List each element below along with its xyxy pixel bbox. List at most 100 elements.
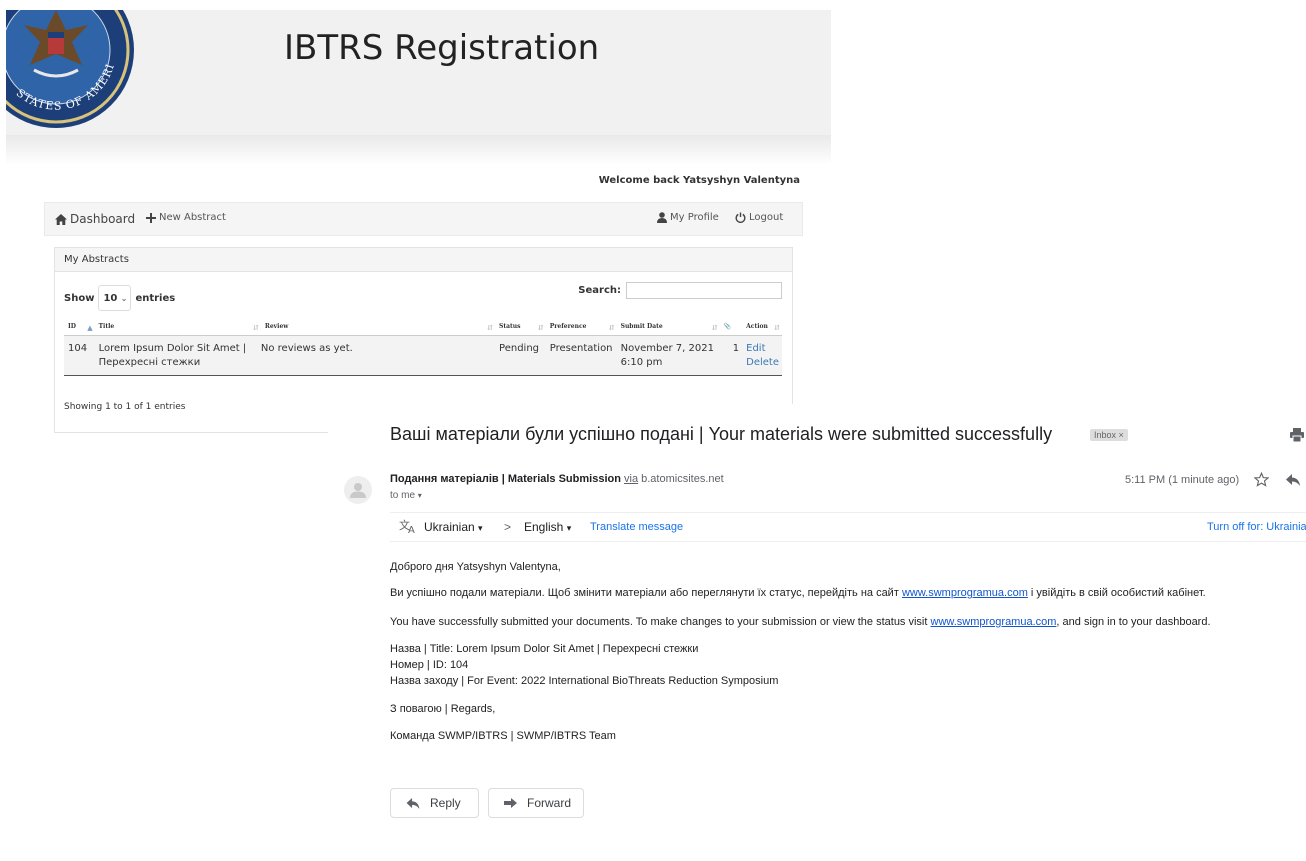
search-label: Search: (578, 285, 621, 296)
translate-icon: 文 A (399, 519, 415, 534)
panel-heading: My Abstracts (55, 248, 792, 272)
nav-logout-link[interactable]: Logout (735, 212, 783, 223)
show-label: Show (64, 292, 95, 304)
id-line: Номер | ID: 104 (390, 659, 469, 671)
inbox-label-badge[interactable]: Inbox × (1090, 429, 1128, 441)
table-row: 104 Lorem Ipsum Dolor Sit Amet | Перехре… (64, 335, 782, 376)
target-language-select[interactable]: English ▾ (524, 520, 571, 534)
team-signature: Команда SWMP/IBTRS | SWMP/IBTRS Team (390, 730, 616, 742)
recipient-dropdown[interactable]: to me ▾ (390, 490, 422, 501)
title-line: Назва | Title: Lorem Ipsum Dolor Sit Ame… (390, 643, 699, 655)
user-icon (657, 212, 667, 223)
nav-new-abstract-link[interactable]: New Abstract (146, 212, 226, 223)
agency-seal-logo: STATES OF AMERICA (6, 10, 134, 128)
star-icon[interactable] (1254, 472, 1269, 487)
nav-new-abstract-label: New Abstract (159, 212, 226, 223)
ukrainian-paragraph: Ви успішно подали матеріали. Щоб змінити… (390, 587, 1206, 599)
sort-icon: ⇵ (608, 323, 615, 332)
column-header-submit-date[interactable]: Submit Date ⇵ (616, 320, 720, 336)
sort-asc-icon: ▲ (87, 323, 93, 332)
sender-avatar (344, 476, 372, 504)
cell-id: 104 (64, 335, 95, 376)
english-paragraph: You have successfully submitted your doc… (390, 616, 1211, 628)
ibtrs-portal: STATES OF AMERICA IBTRS Registration Wel… (0, 0, 831, 440)
paperclip-icon: 📎 (723, 323, 732, 330)
column-header-review[interactable]: Review ⇵ (260, 320, 496, 336)
entries-label: entries (135, 292, 176, 304)
search-input[interactable] (626, 282, 782, 299)
sort-icon: ⇵ (537, 323, 544, 332)
abstracts-table: ID ▲ Title ⇵ Review ⇵ Status ⇵ Preference ⇵ S… (64, 320, 782, 376)
event-line: Назва заходу | For Event: 2022 Internati… (390, 675, 779, 687)
cell-preference: Presentation (545, 335, 617, 376)
sender-line: Подання матеріалів | Materials Submissio… (390, 473, 724, 485)
cell-review: No reviews as yet. (260, 335, 496, 376)
portal-title: IBTRS Registration (284, 28, 600, 68)
cell-actions: Edit Delete (742, 335, 782, 376)
table-info: Showing 1 to 1 of 1 entries (64, 402, 186, 412)
turn-off-translation-link[interactable]: Turn off for: Ukrainia (1207, 521, 1306, 533)
sort-icon: ⇵ (253, 323, 259, 332)
cell-status: Pending (495, 335, 546, 376)
via-label[interactable]: via (624, 473, 638, 485)
regards-line: З повагою | Regards, (390, 703, 496, 715)
reply-label: Reply (430, 796, 461, 810)
recipient-label: to me (390, 490, 416, 501)
forward-label: Forward (527, 796, 572, 810)
portal-navbar: Dashboard New Abstract My Profile Logout (44, 202, 803, 236)
column-header-title[interactable]: Title ⇵ (94, 320, 261, 336)
table-search: Search: (578, 282, 782, 299)
sort-icon: ⇵ (487, 323, 494, 332)
column-header-action[interactable]: Action ⇵ (742, 320, 782, 336)
home-icon (55, 213, 67, 225)
reply-icon[interactable] (1286, 474, 1300, 486)
table-header-row: ID ▲ Title ⇵ Review ⇵ Status ⇵ Preference ⇵ S… (64, 320, 782, 336)
caret-down-icon: ▾ (566, 523, 572, 533)
nav-dashboard-link[interactable]: Dashboard (55, 212, 135, 226)
caret-down-icon: ▾ (478, 523, 483, 533)
greeting-line: Доброго дня Yatsyshyn Valentyna, (390, 561, 561, 573)
cell-attachments: 1 (719, 335, 743, 376)
email-timestamp: 5:11 PM (1 minute ago) (1125, 474, 1240, 486)
portal-header: STATES OF AMERICA IBTRS Registration (6, 10, 831, 136)
caret-down-icon: ▾ (417, 491, 422, 500)
welcome-message: Welcome back Yatsyshyn Valentyna (598, 175, 800, 186)
forward-icon (504, 798, 517, 808)
sort-icon: ⇵ (774, 323, 780, 332)
cell-title: Lorem Ipsum Dolor Sit Amet | Перехресні … (94, 335, 261, 376)
power-icon (735, 212, 746, 223)
email-message: Ваші матеріали були успішно подані | You… (328, 404, 1306, 861)
header-shadow (6, 135, 831, 165)
language-arrow: > (504, 520, 512, 534)
reply-button[interactable]: Reply (390, 788, 479, 818)
sender-name[interactable]: Подання матеріалів | Materials Submissio… (390, 473, 621, 485)
nav-logout-label: Logout (749, 212, 784, 223)
website-link[interactable]: www.swmprogramua.com (931, 616, 1057, 628)
translate-bar: 文 A Ukrainian ▾ > English ▾ Translate me… (390, 512, 1306, 542)
column-header-preference[interactable]: Preference ⇵ (545, 320, 617, 336)
reply-icon (406, 797, 420, 809)
nav-dashboard-label: Dashboard (70, 212, 136, 226)
print-icon[interactable] (1290, 428, 1304, 442)
column-header-id[interactable]: ID ▲ (64, 320, 95, 336)
svg-text:A: A (408, 525, 415, 534)
page-length-select[interactable]: 10 ⌄ (98, 285, 132, 311)
page-length-value: 10 (103, 292, 118, 304)
edit-link[interactable]: Edit (746, 342, 779, 356)
source-language-select[interactable]: Ukrainian ▾ (424, 520, 483, 534)
website-link[interactable]: www.swmprogramua.com (902, 587, 1028, 599)
forward-button[interactable]: Forward (488, 788, 584, 818)
nav-my-profile-label: My Profile (670, 212, 719, 223)
delete-link[interactable]: Delete (746, 356, 779, 370)
column-header-attachments[interactable]: 📎 (719, 320, 743, 336)
sort-icon: ⇵ (711, 323, 718, 332)
column-header-status[interactable]: Status ⇵ (495, 320, 546, 336)
nav-my-profile-link[interactable]: My Profile (657, 212, 719, 223)
plus-icon (146, 212, 156, 223)
translate-message-link[interactable]: Translate message (590, 521, 683, 533)
person-icon (350, 483, 366, 498)
page-length-control: Show 10 ⌄ entries (64, 285, 175, 311)
via-domain: b.atomicsites.net (641, 473, 724, 485)
email-subject: Ваші матеріали були успішно подані | You… (390, 424, 1053, 444)
chevron-down-icon: ⌄ (120, 293, 128, 303)
